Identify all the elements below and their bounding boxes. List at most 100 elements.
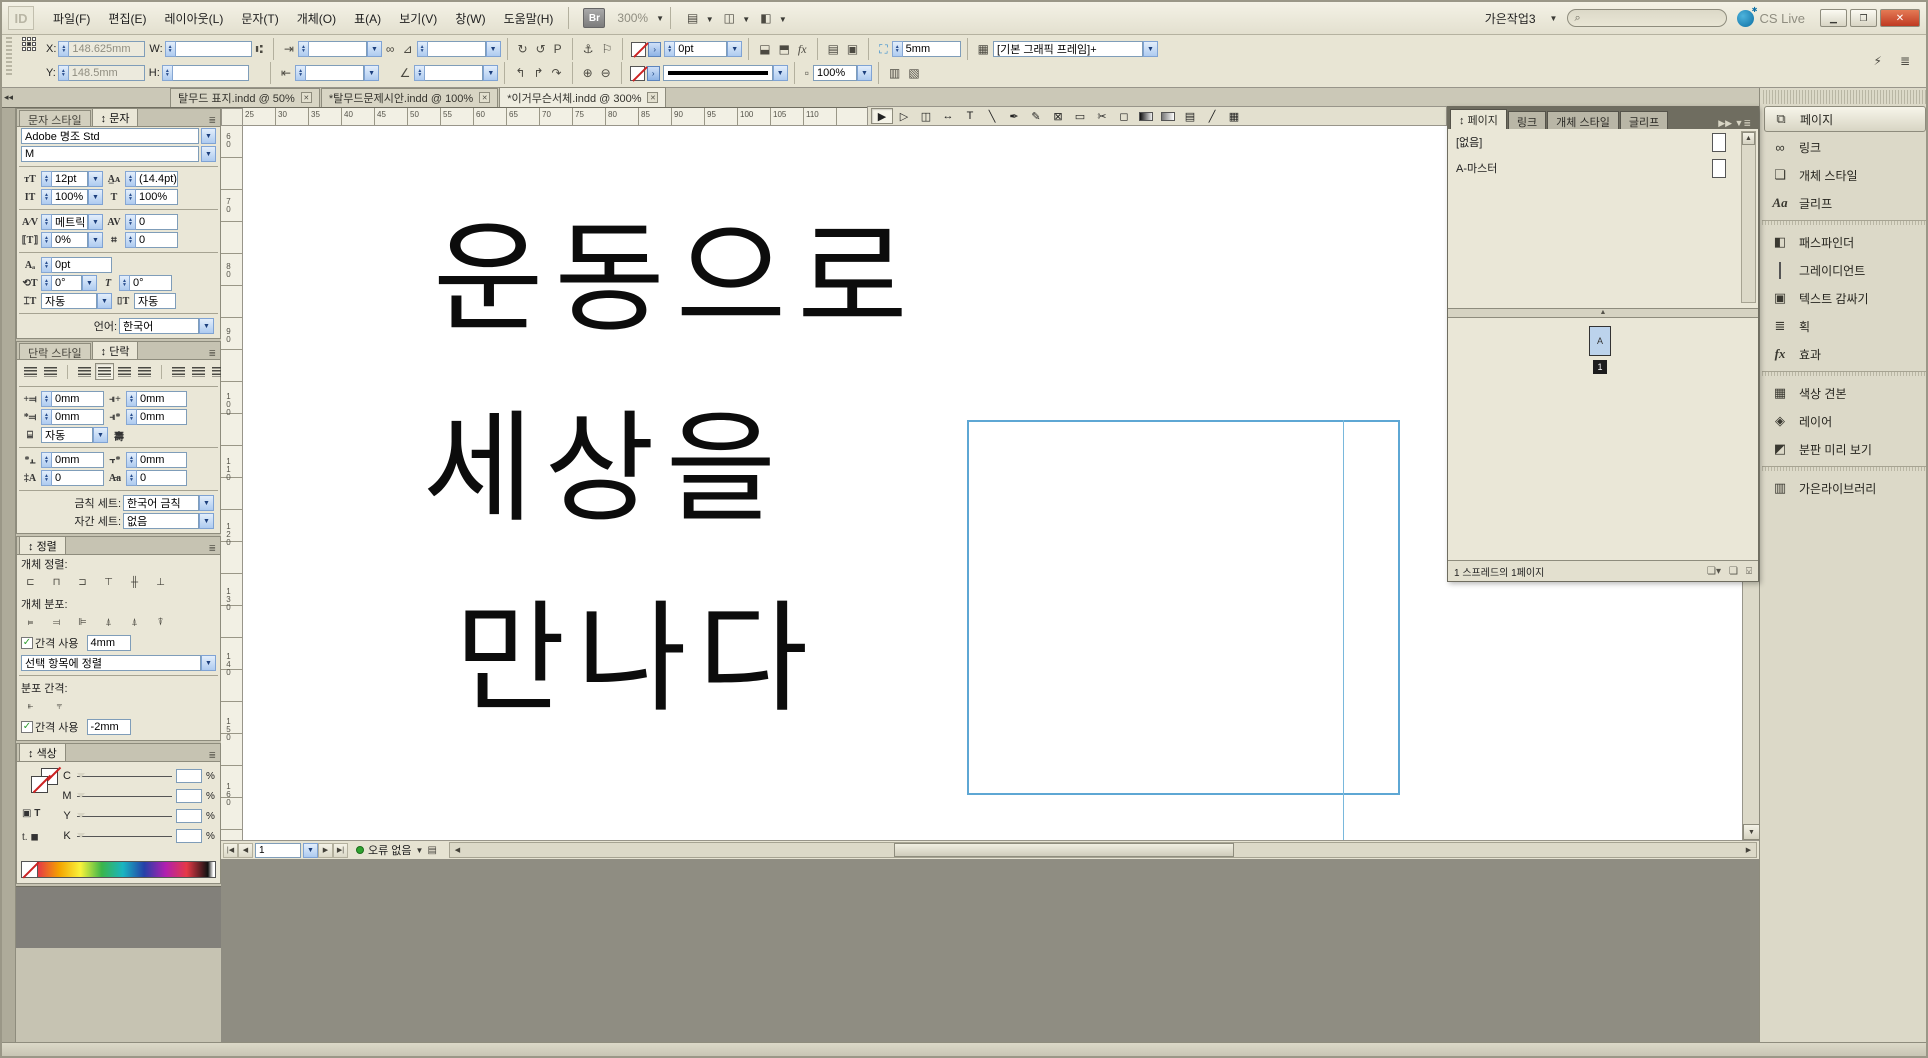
- dock-item-swatches[interactable]: ▦색상 견본: [1764, 380, 1926, 406]
- use-spacing-checkbox-2[interactable]: ✓: [21, 721, 33, 733]
- first-page-button[interactable]: |◀: [223, 843, 238, 858]
- line-tool[interactable]: ╲: [981, 108, 1003, 124]
- object-distribute-button-5[interactable]: ⍒: [151, 614, 170, 631]
- space-after-spinner[interactable]: [126, 452, 137, 468]
- dropcap-chars-spinner[interactable]: [126, 470, 137, 486]
- stroke-style-dropdown-arrow[interactable]: [773, 65, 788, 81]
- w-spinner[interactable]: [165, 41, 176, 57]
- close-button[interactable]: ✕: [1880, 9, 1920, 27]
- document-tab-0[interactable]: 탈무드 표지.indd @ 50%✕: [170, 88, 320, 107]
- master-row-1[interactable]: A-마스터: [1448, 155, 1758, 181]
- cs-live-label[interactable]: CS Live: [1759, 11, 1805, 26]
- x-spinner[interactable]: [58, 41, 69, 57]
- text-wrap-icon[interactable]: ▥: [889, 66, 900, 80]
- master-row-0[interactable]: [없음]: [1448, 129, 1758, 155]
- language-field[interactable]: 한국어: [119, 318, 199, 334]
- paragraph-align-button-4[interactable]: [115, 363, 134, 380]
- object-distribute-button-0[interactable]: ⫢: [21, 614, 40, 631]
- font-family-field[interactable]: Adobe 명조 Std: [21, 128, 199, 144]
- leading-field[interactable]: (14.4pt): [136, 171, 178, 187]
- character-rotation-spinner[interactable]: [41, 275, 52, 291]
- auto1-dropdown[interactable]: [97, 293, 112, 309]
- distribute-spacing-button-1[interactable]: ⫧: [50, 698, 69, 715]
- opacity-field[interactable]: 100%: [813, 65, 857, 81]
- grid-jikan-field[interactable]: 0: [136, 232, 178, 248]
- scroll-right-icon[interactable]: ▶: [1741, 843, 1756, 858]
- gap-tool[interactable]: ↔: [937, 108, 959, 124]
- font-family-dropdown[interactable]: [201, 128, 216, 144]
- scale-y-spinner[interactable]: [295, 65, 306, 81]
- channel-slider-Y[interactable]: [77, 816, 172, 817]
- rotate-90cw-icon[interactable]: ↷: [552, 66, 562, 80]
- kerning-dropdown[interactable]: [88, 214, 103, 230]
- menu-item-3[interactable]: 문자(T): [232, 6, 287, 31]
- drop-shadow-icon[interactable]: ⬒: [779, 42, 790, 56]
- dock-item-pathfinder[interactable]: ◧패스파인더: [1764, 229, 1926, 255]
- shear-dropdown[interactable]: [483, 65, 498, 81]
- auto1-field[interactable]: 자동: [41, 293, 97, 309]
- spacing-field[interactable]: 4mm: [87, 635, 131, 651]
- object-style-dropdown[interactable]: [1143, 41, 1158, 57]
- flip-vertical-icon[interactable]: ↱: [533, 66, 543, 80]
- view-options-icon[interactable]: ▤ ▼: [687, 11, 714, 25]
- dock-item-stroke[interactable]: ≣획: [1764, 313, 1926, 339]
- tab-align[interactable]: ↕ 정렬: [19, 536, 66, 554]
- channel-slider-C[interactable]: [77, 776, 172, 777]
- new-spread-icon[interactable]: ❏▾: [1707, 566, 1721, 577]
- paragraph-align-button-7[interactable]: [189, 363, 208, 380]
- object-style-field[interactable]: [기본 그래픽 프레임]+: [993, 41, 1143, 57]
- horizontal-scroll-thumb[interactable]: [894, 843, 1234, 857]
- menu-item-8[interactable]: 도움말(H): [495, 6, 563, 31]
- channel-slider-M[interactable]: [77, 796, 172, 797]
- panel-menu-icon[interactable]: ≣: [204, 348, 220, 359]
- selection-tool[interactable]: ▶: [871, 108, 893, 124]
- gradient-feather-tool[interactable]: [1157, 108, 1179, 124]
- expand-panel-icon[interactable]: ▶▶ ▼≣: [1713, 118, 1756, 129]
- font-style-field[interactable]: M: [21, 146, 199, 162]
- dock-item-links[interactable]: ∞링크: [1764, 134, 1926, 160]
- preflight-panel-icon[interactable]: ▤: [427, 845, 436, 856]
- note-tool[interactable]: ▤: [1179, 108, 1201, 124]
- menu-item-6[interactable]: 보기(V): [390, 6, 446, 31]
- restore-button[interactable]: ❐: [1850, 9, 1877, 27]
- align-to-dropdown[interactable]: [201, 655, 216, 671]
- h-spinner[interactable]: [162, 65, 173, 81]
- tracking-spinner[interactable]: [125, 214, 136, 230]
- pages-panel-tab-1[interactable]: 링크: [1508, 111, 1546, 129]
- link-scale-icon[interactable]: ∞: [386, 42, 395, 56]
- reference-point-proxy[interactable]: [22, 37, 36, 51]
- leading-spinner[interactable]: [125, 171, 136, 187]
- x-field[interactable]: 148.625mm: [69, 41, 145, 57]
- object-align-button-5[interactable]: ⊥: [151, 574, 170, 591]
- type-tool[interactable]: T: [959, 108, 981, 124]
- view-grid-icon[interactable]: ▦: [1223, 108, 1245, 124]
- workspace-switcher[interactable]: 가은작업3: [1485, 10, 1536, 27]
- jikan-field[interactable]: 0%: [52, 232, 88, 248]
- panel-grip[interactable]: [6, 37, 12, 77]
- color-spectrum-bar[interactable]: [21, 861, 216, 878]
- horizontal-scale-field[interactable]: 100%: [136, 189, 178, 205]
- dock-item-gradient[interactable]: 그레이디언트: [1764, 257, 1926, 283]
- menu-item-2[interactable]: 레이아웃(L): [155, 6, 232, 31]
- wrap-bounding-icon[interactable]: ▣: [847, 42, 858, 56]
- page-number-field[interactable]: 1: [255, 843, 301, 858]
- space-before-field[interactable]: 0mm: [52, 452, 104, 468]
- rotate-cw-icon[interactable]: ↻: [518, 42, 528, 56]
- first-line-indent-field[interactable]: 0mm: [52, 409, 104, 425]
- pencil-tool[interactable]: ✎: [1025, 108, 1047, 124]
- font-size-field[interactable]: 12pt: [52, 171, 88, 187]
- language-dropdown[interactable]: [199, 318, 214, 334]
- scroll-up-icon[interactable]: ▲: [1742, 132, 1755, 145]
- jikan-spinner[interactable]: [41, 232, 52, 248]
- w-field[interactable]: [176, 41, 252, 57]
- fit-frame-icon[interactable]: ⊕: [583, 66, 593, 80]
- character-rotation-field[interactable]: 0°: [52, 275, 82, 291]
- next-page-button[interactable]: ▶: [318, 843, 333, 858]
- scale-x-spinner[interactable]: [298, 41, 309, 57]
- ruler-origin-box[interactable]: [221, 108, 243, 126]
- dock-item-library[interactable]: ▥가은라이브러리: [1764, 475, 1926, 501]
- page-number-dropdown[interactable]: [303, 843, 318, 858]
- column-guide[interactable]: [1343, 420, 1344, 840]
- pages-panel-tab-2[interactable]: 개체 스타일: [1547, 111, 1619, 129]
- menu-item-5[interactable]: 표(A): [345, 6, 390, 31]
